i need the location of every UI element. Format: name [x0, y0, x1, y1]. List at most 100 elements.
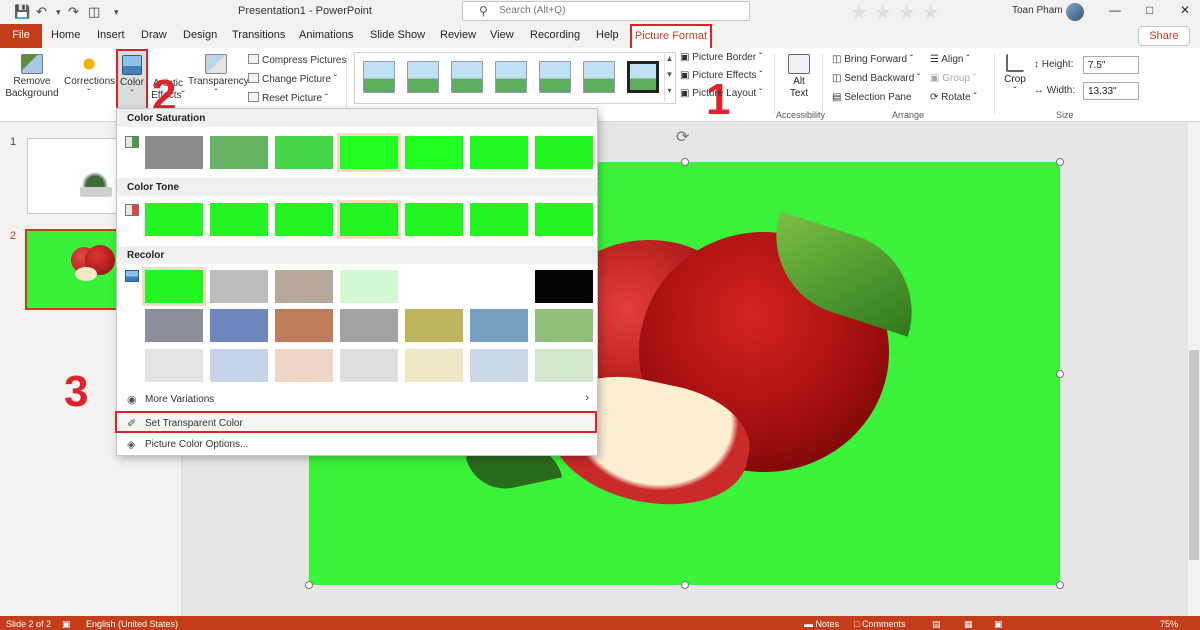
resize-handle[interactable] — [305, 581, 313, 589]
recolor-swatch[interactable] — [340, 270, 398, 303]
gallery-scroll-up-icon[interactable]: ▲ — [664, 54, 674, 70]
picture-style-thumb[interactable] — [539, 61, 571, 93]
share-button[interactable]: Share — [1138, 26, 1190, 46]
language-indicator[interactable]: English (United States) — [86, 619, 178, 629]
normal-view-icon[interactable]: ▤ — [932, 619, 941, 630]
reading-view-icon[interactable]: ▣ — [994, 619, 1003, 630]
tone-swatch[interactable] — [275, 203, 333, 236]
tab-transitions[interactable]: Transitions — [232, 29, 285, 41]
avatar[interactable] — [1066, 3, 1084, 21]
picture-effects-button[interactable]: ▣ Picture Effects ˇ — [680, 70, 763, 81]
recolor-swatch[interactable] — [405, 349, 463, 382]
picture-style-thumb[interactable] — [627, 61, 659, 93]
tone-swatch[interactable] — [145, 203, 203, 236]
crop-button[interactable]: Crop ˇ — [1002, 54, 1028, 98]
tab-insert[interactable]: Insert — [97, 29, 125, 41]
zoom-level[interactable]: 75% — [1160, 619, 1178, 629]
save-icon[interactable]: 💾 — [14, 4, 30, 20]
gallery-expand-icon[interactable]: ▾ — [664, 86, 674, 102]
picture-color-options-item[interactable]: ◈ Picture Color Options... — [117, 434, 597, 456]
search-box[interactable]: ⚲ Search (Alt+Q) — [462, 1, 750, 21]
close-icon[interactable]: ✕ — [1180, 3, 1190, 17]
compress-pictures-button[interactable]: Compress Pictures — [248, 54, 346, 66]
tone-swatch[interactable] — [337, 200, 401, 239]
saturation-swatch[interactable] — [275, 136, 333, 169]
send-backward-button[interactable]: ◫ Send Backward ˇ — [832, 73, 920, 84]
picture-style-thumb[interactable] — [451, 61, 483, 93]
scrollbar-thumb[interactable] — [1189, 350, 1199, 560]
gallery-scroll-down-icon[interactable]: ▼ — [664, 70, 674, 86]
rotate-handle-icon[interactable]: ⟳ — [676, 127, 689, 147]
width-input[interactable]: 13.33" — [1083, 82, 1139, 100]
minimize-icon[interactable]: — — [1109, 3, 1121, 17]
spellcheck-icon[interactable]: ▣ — [62, 619, 71, 630]
recolor-swatch[interactable] — [535, 270, 593, 303]
remove-background-button[interactable]: Remove Background — [4, 54, 60, 100]
recolor-swatch[interactable] — [470, 349, 528, 382]
tone-swatch[interactable] — [405, 203, 463, 236]
transparency-button[interactable]: Transparency ˇ — [188, 54, 249, 100]
notes-button[interactable]: ▬ Notes — [804, 619, 839, 629]
tab-view[interactable]: View — [490, 29, 514, 41]
recolor-swatch[interactable] — [145, 309, 203, 342]
rotate-button[interactable]: ⟳ Rotate ˇ — [930, 92, 977, 103]
recolor-swatch[interactable] — [535, 309, 593, 342]
tab-picture-format[interactable]: Picture Format — [630, 24, 712, 50]
picture-style-thumb[interactable] — [583, 61, 615, 93]
tone-swatch[interactable] — [470, 203, 528, 236]
resize-handle[interactable] — [1056, 581, 1064, 589]
resize-handle[interactable] — [1056, 158, 1064, 166]
set-transparent-color-item[interactable]: ✐ Set Transparent Color — [115, 411, 597, 433]
reset-picture-button[interactable]: Reset Picture ˇ — [248, 92, 328, 104]
resize-handle[interactable] — [681, 581, 689, 589]
recolor-swatch[interactable] — [142, 267, 206, 306]
change-picture-button[interactable]: Change Picture ˇ — [248, 73, 337, 85]
tone-swatch[interactable] — [535, 203, 593, 236]
recolor-swatch[interactable] — [340, 309, 398, 342]
recolor-swatch[interactable] — [275, 349, 333, 382]
tab-design[interactable]: Design — [183, 29, 217, 41]
resize-handle[interactable] — [681, 158, 689, 166]
present-icon[interactable]: ◫ — [88, 4, 100, 20]
recolor-swatch[interactable] — [405, 309, 463, 342]
corrections-button[interactable]: Corrections ˇ — [64, 54, 115, 100]
undo-dropdown-icon[interactable]: ▾ — [56, 7, 61, 18]
customize-qat-icon[interactable]: ▾ — [114, 7, 119, 18]
recolor-swatch[interactable] — [210, 349, 268, 382]
group-button[interactable]: ▣ Group ˇ — [930, 73, 976, 84]
more-variations-item[interactable]: ◉ More Variations › — [117, 389, 597, 411]
tab-file[interactable]: File — [0, 24, 42, 48]
tone-swatch[interactable] — [210, 203, 268, 236]
picture-style-thumb[interactable] — [363, 61, 395, 93]
recolor-swatch[interactable] — [535, 349, 593, 382]
tab-draw[interactable]: Draw — [141, 29, 167, 41]
recolor-swatch[interactable] — [275, 309, 333, 342]
alt-text-button[interactable]: Alt Text — [784, 54, 814, 100]
user-name[interactable]: Toan Pham — [1012, 5, 1063, 16]
color-button[interactable]: Color ˇ — [116, 49, 148, 111]
comments-button[interactable]: □ Comments — [854, 619, 905, 629]
selection-pane-button[interactable]: ▤ Selection Pane — [832, 92, 912, 103]
picture-style-thumb[interactable] — [495, 61, 527, 93]
tab-help[interactable]: Help — [596, 29, 619, 41]
recolor-swatch[interactable] — [340, 349, 398, 382]
tab-home[interactable]: Home — [51, 29, 80, 41]
undo-icon[interactable]: ↶ — [36, 4, 47, 20]
slide-sorter-icon[interactable]: ▦ — [964, 619, 973, 630]
tab-slide-show[interactable]: Slide Show — [370, 29, 425, 41]
saturation-swatch[interactable] — [405, 136, 463, 169]
tab-review[interactable]: Review — [440, 29, 476, 41]
recolor-swatch[interactable] — [470, 309, 528, 342]
bring-forward-button[interactable]: ◫ Bring Forward ˇ — [832, 54, 913, 65]
saturation-swatch[interactable] — [210, 136, 268, 169]
recolor-swatch[interactable] — [210, 309, 268, 342]
recolor-swatch[interactable] — [275, 270, 333, 303]
picture-border-button[interactable]: ▣ Picture Border ˇ — [680, 52, 762, 63]
picture-style-thumb[interactable] — [407, 61, 439, 93]
tab-recording[interactable]: Recording — [530, 29, 580, 41]
tab-animations[interactable]: Animations — [299, 29, 353, 41]
saturation-swatch[interactable] — [470, 136, 528, 169]
maximize-icon[interactable]: □ — [1146, 3, 1153, 17]
redo-icon[interactable]: ↷ — [68, 4, 79, 20]
picture-layout-button[interactable]: ▣ Picture Layout ˇ — [680, 88, 762, 99]
